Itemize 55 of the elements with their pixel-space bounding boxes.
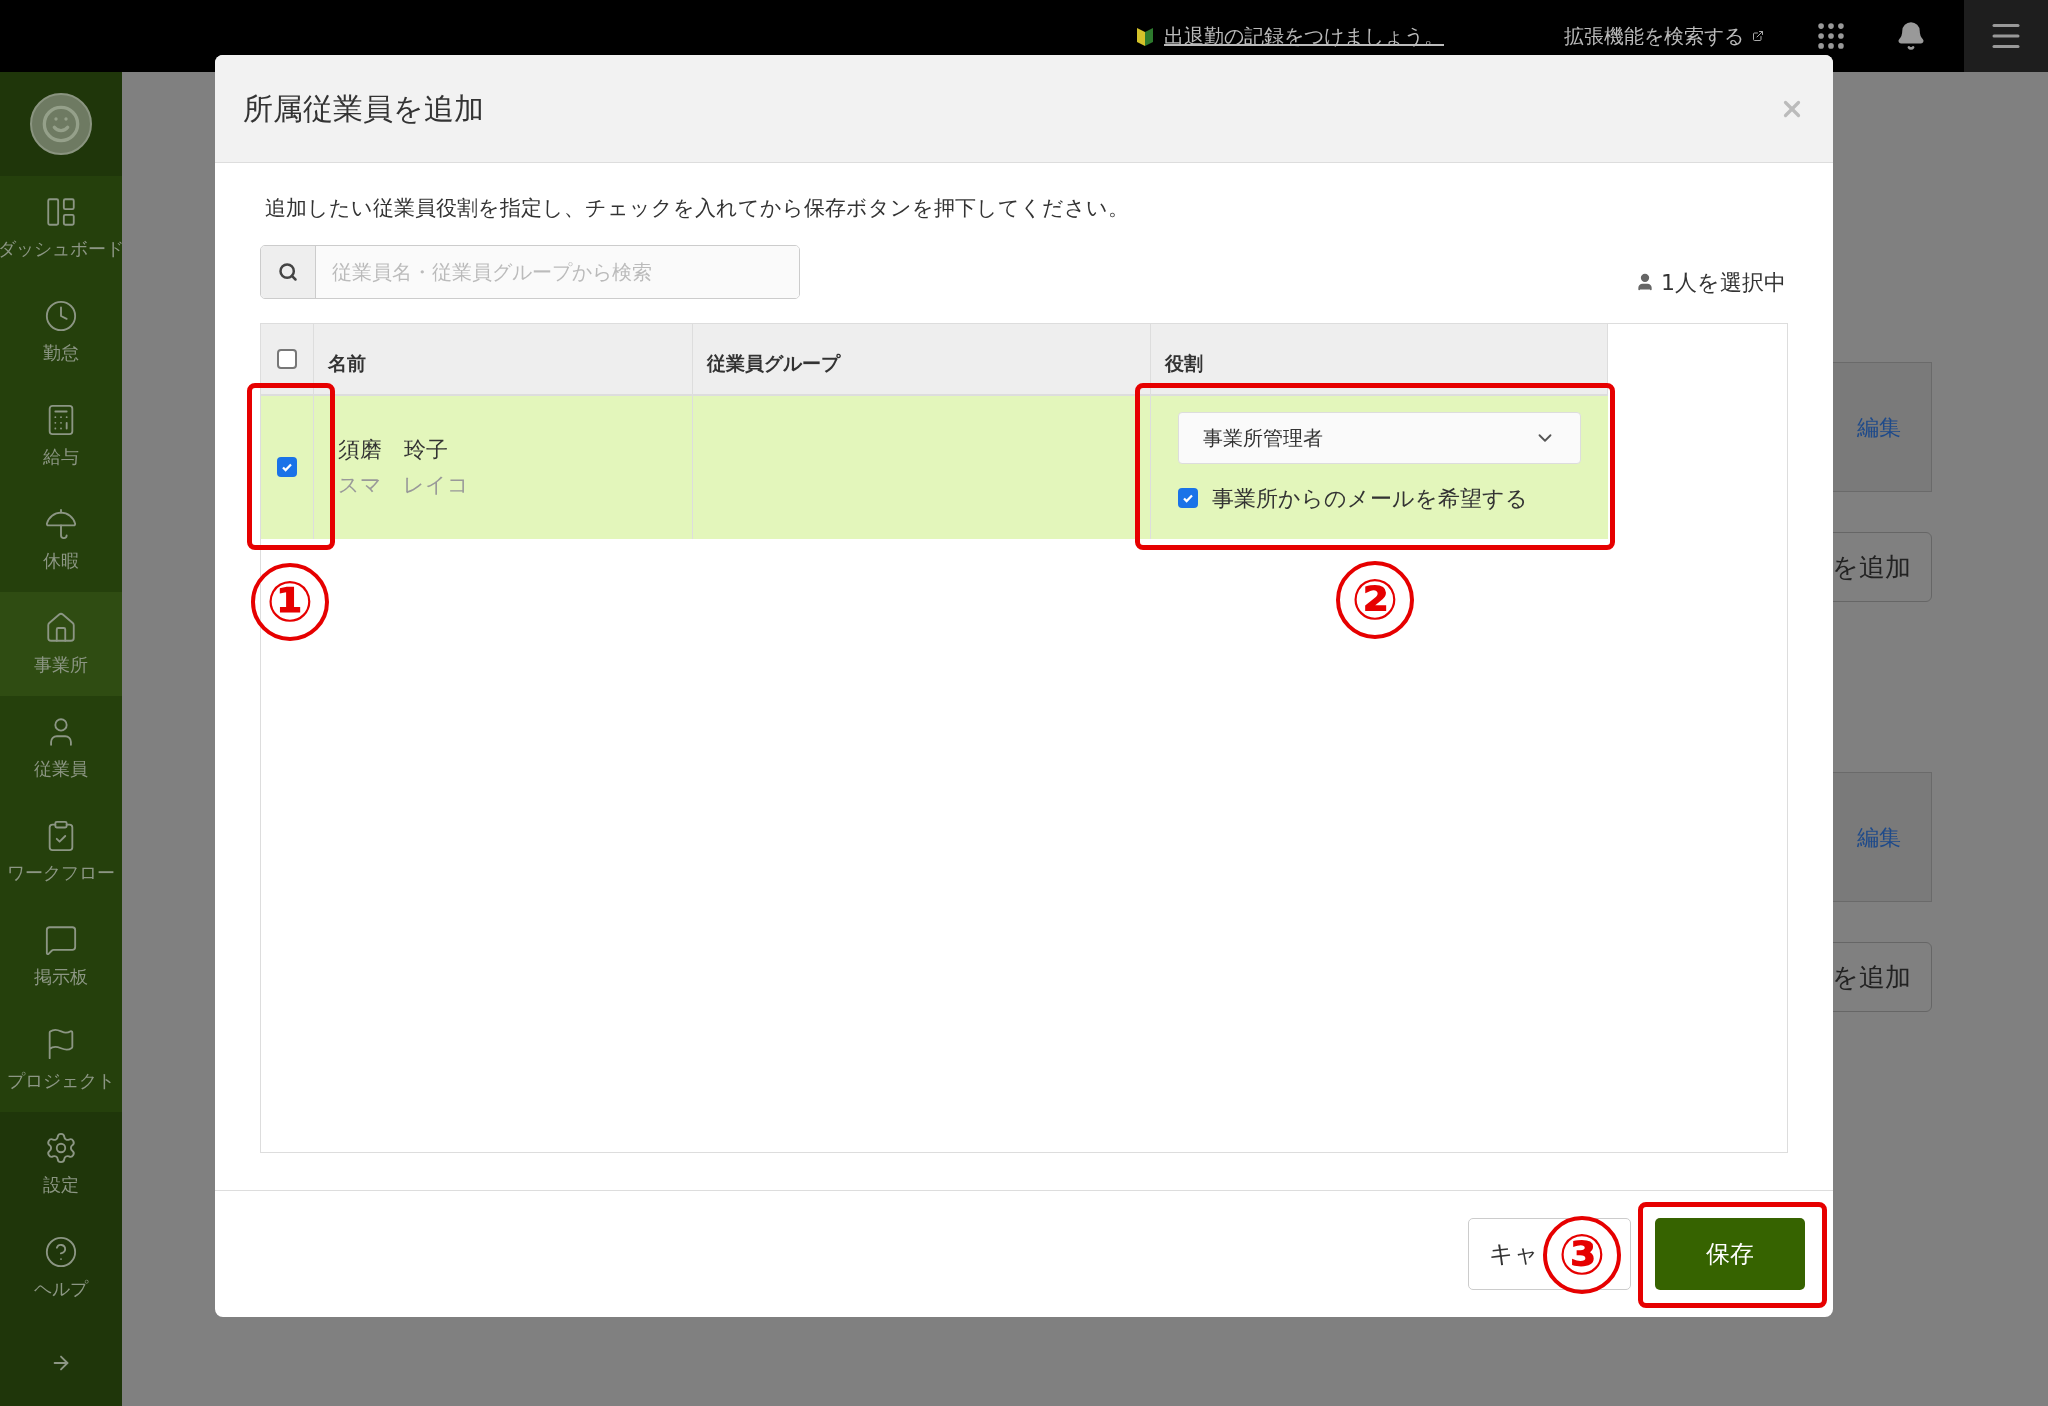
annotation-number: ② xyxy=(1336,561,1414,639)
help-icon xyxy=(44,1234,78,1269)
sidebar-item[interactable]: ダッシュボード xyxy=(0,176,122,280)
external-link-icon xyxy=(1752,30,1764,42)
employee-name: 須磨 玲子 xyxy=(338,435,449,464)
column-header: 名前 xyxy=(314,323,693,394)
mail-option-label: 事業所からのメールを希望する xyxy=(1212,484,1528,513)
sidebar-label: 給与 xyxy=(43,444,79,469)
settings-icon xyxy=(44,1130,78,1165)
home-icon xyxy=(44,610,78,645)
search-icon xyxy=(278,261,298,282)
search-field[interactable]: 従業員名・従業員グループから検索 xyxy=(260,244,800,299)
sidebar-label: 掲示板 xyxy=(34,964,88,989)
annotation-number: ③ xyxy=(1543,1216,1621,1294)
person-icon xyxy=(1635,272,1655,292)
edit-link[interactable]: 編集 xyxy=(1857,410,1901,444)
sidebar-item[interactable]: 掲示板 xyxy=(0,904,122,1008)
menu-button[interactable] xyxy=(1964,0,2048,72)
sidebar-label: 休暇 xyxy=(43,548,79,573)
sidebar-item[interactable]: 勤怠 xyxy=(0,280,122,384)
employee-kana: スマ レイコ xyxy=(338,471,470,499)
role-select[interactable]: 事業所管理者 xyxy=(1178,411,1581,464)
sidebar-label: 勤怠 xyxy=(43,340,79,365)
edit-link[interactable]: 編集 xyxy=(1857,820,1901,854)
sidebar-item[interactable]: 休暇 xyxy=(0,488,122,592)
column-header: 役割 xyxy=(1151,323,1608,394)
sidebar-label: ワークフロー xyxy=(7,860,115,885)
notice-link[interactable]: 出退勤の記録をつけましょう。 xyxy=(1164,21,1444,51)
sidebar-item[interactable]: ワークフロー xyxy=(0,800,122,904)
smile-icon xyxy=(41,104,81,144)
sidebar-item[interactable]: プロジェクト xyxy=(0,1008,122,1112)
selection-count: 1人を選択中 xyxy=(1661,268,1786,297)
dialog-title: 所属従業員を追加 xyxy=(243,90,484,128)
bell-icon[interactable] xyxy=(1896,21,1926,51)
table-row[interactable]: 須磨 玲子 スマ レイコ 事業所管理者 事業所からのメールを希望する xyxy=(261,393,1608,539)
sidebar-label: 設定 xyxy=(43,1172,79,1197)
save-button[interactable]: 保存 xyxy=(1655,1218,1805,1290)
sidebar-item[interactable]: 給与 xyxy=(0,384,122,488)
mail-checkbox[interactable] xyxy=(1178,488,1198,508)
sidebar-label: プロジェクト xyxy=(7,1068,115,1093)
sidebar-item[interactable]: 事業所 xyxy=(0,592,122,696)
sidebar-label: 事業所 xyxy=(34,652,88,677)
instruction-text: 追加したい従業員役割を指定し、チェックを入れてから保存ボタンを押下してください。 xyxy=(265,195,1130,222)
sidebar-item[interactable]: 従業員 xyxy=(0,696,122,800)
row-checkbox[interactable] xyxy=(277,457,297,477)
leaf-mark-icon xyxy=(1136,25,1154,47)
clock-icon xyxy=(44,298,78,333)
annotation-number: ① xyxy=(251,563,329,641)
extension-link[interactable]: 拡張機能を検索する xyxy=(1564,21,1744,51)
umbrella-icon xyxy=(44,506,78,541)
sidebar-label: 従業員 xyxy=(34,756,88,781)
column-header: 従業員グループ xyxy=(693,323,1151,394)
select-all-checkbox[interactable] xyxy=(277,348,297,369)
sidebar-label: ダッシュボード xyxy=(0,236,124,261)
sidebar-label: ヘルプ xyxy=(34,1276,88,1301)
